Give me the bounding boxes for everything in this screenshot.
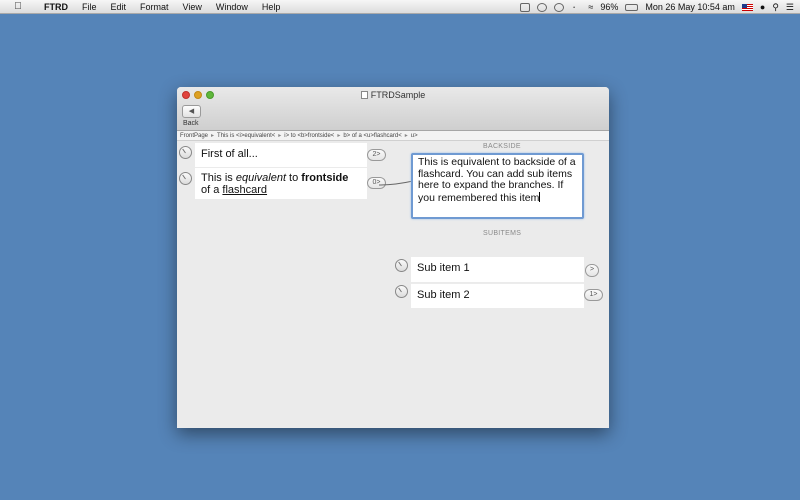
breadcrumb-item[interactable]: b> of a <u>flashcard<	[343, 133, 401, 139]
review-timer-icon[interactable]	[179, 146, 192, 159]
menu-format[interactable]: Format	[140, 2, 169, 12]
menu-edit[interactable]: Edit	[111, 2, 127, 12]
breadcrumb-separator-icon: ▸	[278, 133, 282, 139]
menu-view[interactable]: View	[183, 2, 202, 12]
front-item-text: First of all...	[201, 148, 258, 160]
time-machine-icon[interactable]	[537, 2, 548, 12]
back-label: Back	[183, 120, 199, 127]
subitems-label: SUBITEMS	[483, 230, 522, 237]
battery-percent[interactable]: 96%	[600, 2, 618, 12]
front-item[interactable]: First of all...	[195, 143, 367, 167]
user-icon[interactable]: ●	[760, 2, 765, 12]
front-text-line2: of a	[201, 184, 223, 196]
keyboard-icon[interactable]	[520, 2, 531, 12]
breadcrumb-item[interactable]: u>	[411, 133, 418, 139]
front-text-mid: to	[286, 172, 302, 184]
sub-item[interactable]: Sub item 2	[411, 283, 584, 308]
menu-help[interactable]: Help	[262, 2, 281, 12]
menu-window[interactable]: Window	[216, 2, 248, 12]
front-item-selected[interactable]: This is equivalent to frontside of a flas…	[195, 168, 367, 199]
text-cursor	[539, 191, 541, 202]
review-timer-icon[interactable]	[395, 285, 408, 298]
window-title-text: FTRDSample	[370, 90, 426, 100]
review-timer-icon[interactable]	[179, 172, 192, 185]
backside-label: BACKSIDE	[483, 143, 521, 150]
front-text-pre: This is	[201, 172, 236, 184]
back-button[interactable]: ◀	[182, 105, 201, 118]
front-text-strong: frontside	[301, 172, 349, 184]
backside-text: This is equivalent to backside of a flas…	[418, 156, 576, 204]
app-window: FTRDSample ◀ Back FrontPage ▸ This is <i>e…	[177, 87, 609, 428]
branch-count-badge[interactable]: 2>	[367, 149, 386, 161]
back-arrow-icon: ◀	[188, 108, 195, 115]
clock[interactable]: Mon 26 May 10:54 am	[645, 2, 735, 12]
apple-menu-icon[interactable]: 	[12, 1, 24, 12]
breadcrumb-item[interactable]: i> to <b>frontside<	[284, 133, 334, 139]
bluetooth-icon[interactable]: ᛫	[571, 3, 581, 13]
wifi-icon[interactable]: ≈	[588, 2, 593, 12]
battery-icon[interactable]	[625, 3, 639, 11]
breadcrumb-separator-icon: ▸	[211, 133, 215, 139]
breadcrumb: FrontPage ▸ This is <i>equivalent< ▸ i> to <…	[177, 131, 609, 141]
content-area: First of all... 2> This is equivalent to…	[177, 141, 609, 427]
breadcrumb-item[interactable]: FrontPage	[180, 133, 208, 139]
front-text-underline: flashcard	[222, 184, 268, 196]
window-toolbar: FTRDSample ◀ Back	[177, 87, 609, 131]
sub-item-text: Sub item 2	[417, 289, 470, 301]
sub-item-text: Sub item 1	[417, 262, 470, 274]
breadcrumb-separator-icon: ▸	[404, 133, 408, 139]
backside-editor[interactable]: This is equivalent to backside of a flas…	[411, 153, 584, 219]
input-source-flag-icon[interactable]	[741, 3, 753, 11]
breadcrumb-item[interactable]: This is <i>equivalent<	[217, 133, 275, 139]
messages-icon[interactable]	[554, 2, 565, 12]
notification-center-icon[interactable]: ☰	[786, 2, 794, 13]
menu-file[interactable]: File	[82, 2, 97, 12]
status-area: ᛫ ≈ 96% Mon 26 May 10:54 am ● ⚲ ☰	[520, 0, 794, 14]
branch-count-badge[interactable]: 1>	[584, 289, 603, 301]
window-title: FTRDSample	[177, 90, 609, 100]
sub-item[interactable]: Sub item 1	[411, 257, 584, 282]
menu-bar:  FTRD File Edit Format View Window Help…	[0, 0, 800, 14]
menu-app-name[interactable]: FTRD	[44, 2, 68, 12]
breadcrumb-separator-icon: ▸	[337, 133, 341, 139]
spotlight-search-icon[interactable]: ⚲	[772, 2, 779, 13]
branch-badge[interactable]: >	[585, 264, 599, 277]
front-text-em: equivalent	[235, 172, 286, 184]
document-icon	[360, 91, 368, 99]
review-timer-icon[interactable]	[395, 259, 408, 272]
